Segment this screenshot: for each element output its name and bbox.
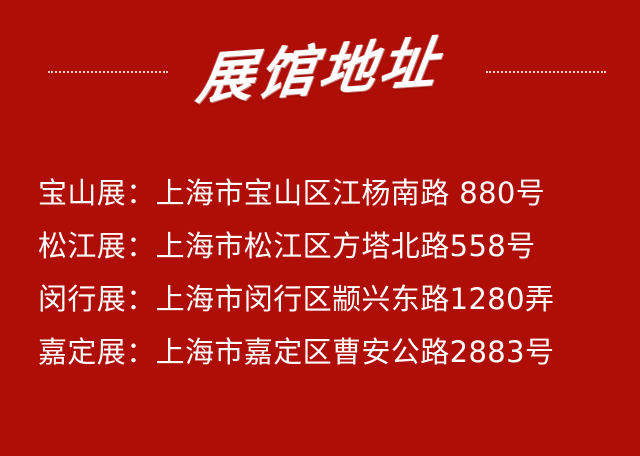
baoshan-address: 宝山展：上海市宝山区江杨南路 880号 — [38, 176, 546, 210]
songjiang-address: 松江展：上海市松江区方塔北路558号 — [38, 229, 536, 263]
address-panel: 展馆地址 宝山展：上海市宝山区江杨南路 880号 松江展：上海市松江区方塔北路5… — [0, 0, 640, 456]
address-list: 宝山展：上海市宝山区江杨南路 880号 松江展：上海市松江区方塔北路558号 闵… — [38, 170, 608, 382]
title-header: 展馆地址 — [0, 24, 640, 112]
jiading-address: 嘉定展：上海市嘉定区曹安公路2883号 — [38, 335, 555, 369]
page-title: 展馆地址 — [193, 29, 446, 112]
left-dotted-divider — [48, 71, 168, 73]
minhang-address: 闵行展：上海市闵行区颛兴东路1280弄 — [38, 282, 555, 316]
right-dotted-divider — [486, 71, 606, 73]
